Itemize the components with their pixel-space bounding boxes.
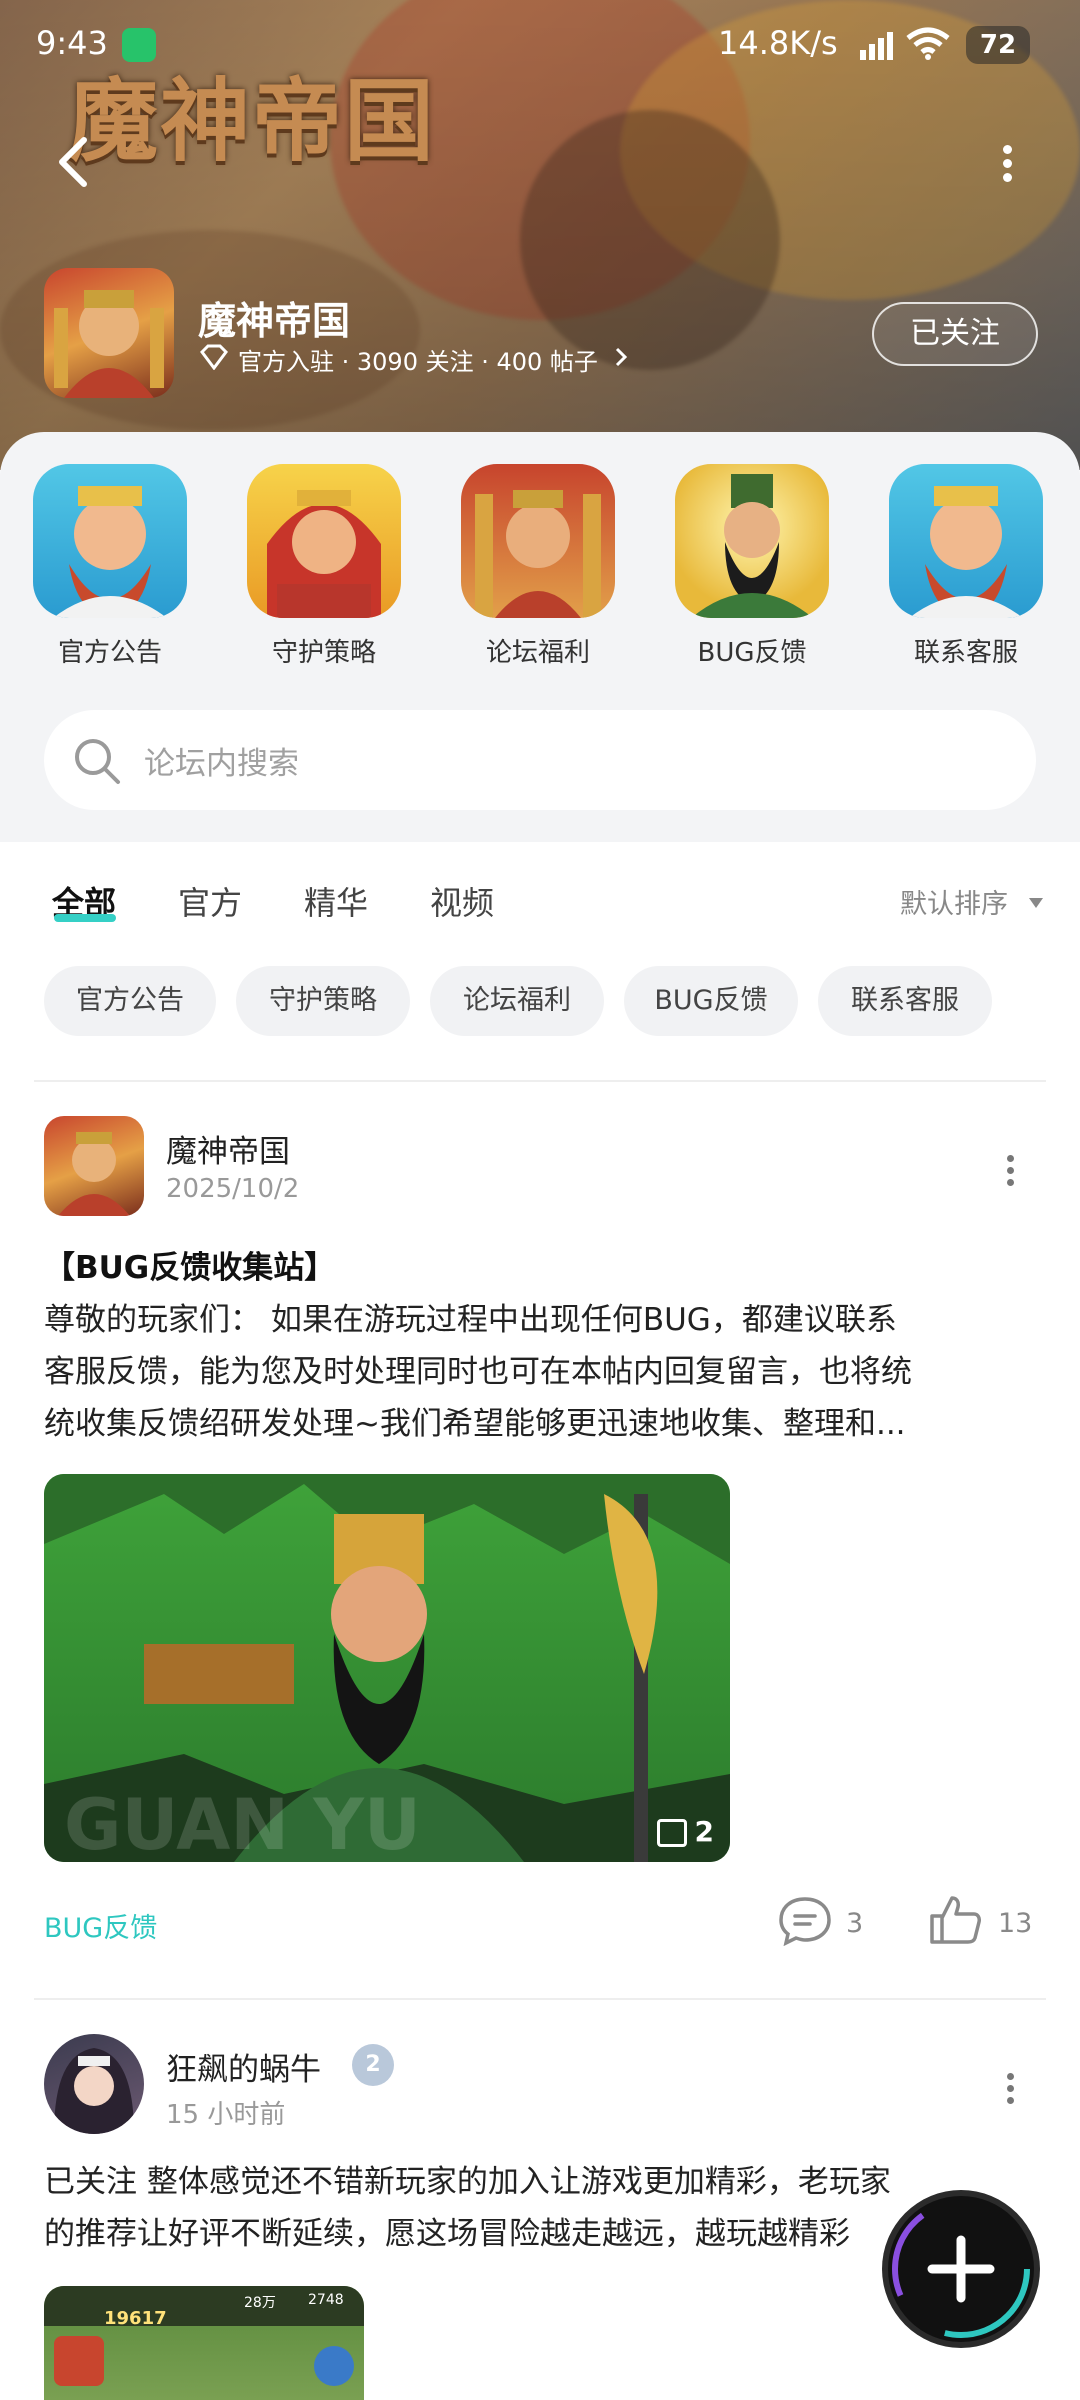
- divider: [34, 1080, 1046, 1082]
- comment-count: 3: [846, 1908, 864, 1939]
- post-date: 15 小时前: [166, 2100, 286, 2130]
- search-placeholder: 论坛内搜索: [144, 746, 299, 782]
- post-author-name[interactable]: 狂飙的蜗牛: [166, 2044, 321, 2089]
- divider: [34, 1998, 1046, 2000]
- bearded-general-avatar-icon: [675, 464, 829, 618]
- post-title: 【BUG反馈收集站】: [44, 1250, 336, 1286]
- like-icon[interactable]: [928, 1894, 982, 1950]
- follow-button[interactable]: 已关注: [872, 302, 1038, 366]
- tab-featured[interactable]: 精华: [304, 878, 368, 924]
- caret-down-icon: [1028, 894, 1044, 913]
- verified-diamond-icon: [200, 344, 228, 374]
- create-post-fab[interactable]: [888, 2196, 1034, 2342]
- category-item-bug[interactable]: BUG反馈: [672, 464, 832, 669]
- thumbnail-skill-icon: [314, 2346, 354, 2386]
- king-avatar-icon: [33, 464, 187, 618]
- category-item-strategy[interactable]: 守护策略: [244, 464, 404, 669]
- user-level-badge: 2: [352, 2044, 394, 2086]
- forum-name: 魔神帝国: [198, 299, 351, 343]
- comment-icon[interactable]: [778, 1896, 832, 1950]
- search-bar[interactable]: 论坛内搜索: [44, 710, 1036, 810]
- post-body[interactable]: 尊敬的玩家们： 如果在游玩过程中出现任何BUG，都建议联系 客服反馈，能为您及时…: [44, 1294, 912, 1450]
- wifi-icon: [906, 26, 950, 64]
- cellular-signal-icon: [860, 30, 896, 64]
- category-item-service[interactable]: 联系客服: [886, 464, 1046, 669]
- category-item-welfare[interactable]: 论坛福利: [458, 464, 618, 669]
- red-hero-avatar-icon: [247, 464, 401, 618]
- category-label: BUG反馈: [697, 638, 807, 668]
- forum-meta[interactable]: 官方入驻 · 3090 关注 · 400 帖子: [238, 342, 598, 377]
- post-body[interactable]: 已关注 整体感觉还不错新玩家的加入让游戏更加精彩，老玩家 的推荐让好评不断延续，…: [44, 2156, 891, 2260]
- sort-dropdown[interactable]: 默认排序: [900, 882, 1008, 921]
- king-avatar-icon: [889, 464, 1043, 618]
- filter-chip[interactable]: 论坛福利: [430, 966, 604, 1036]
- post-author-avatar[interactable]: [44, 1116, 144, 1216]
- search-icon: [72, 736, 122, 790]
- image-watermark-text: GUAN YU: [64, 1784, 421, 1862]
- like-count: 13: [998, 1908, 1033, 1939]
- more-options-button[interactable]: [1003, 140, 1012, 187]
- filter-chip[interactable]: 官方公告: [44, 966, 216, 1036]
- post-image-thumbnail[interactable]: 19617 28万 2748: [44, 2286, 364, 2400]
- post-body-line: 客服反馈，能为您及时处理同时也可在本帖内回复留言，也将统: [44, 1354, 912, 1390]
- post-image[interactable]: GUAN YU 2: [44, 1474, 730, 1862]
- thumbnail-hero-icon: [54, 2336, 104, 2386]
- back-button[interactable]: [52, 134, 92, 194]
- thumbnail-stat: 19617: [104, 2308, 167, 2329]
- post-body-line: 的推荐让好评不断延续，愿这场冒险越走越远，越玩越精彩: [44, 2216, 850, 2252]
- post-more-button[interactable]: [1007, 1150, 1014, 1191]
- post-tag[interactable]: BUG反馈: [44, 1906, 157, 1945]
- tab-video[interactable]: 视频: [430, 878, 494, 924]
- filter-chip[interactable]: 守护策略: [236, 966, 410, 1036]
- golden-hero-avatar-icon: [461, 464, 615, 618]
- thumbnail-stat: 28万: [244, 2295, 276, 2311]
- post-more-button[interactable]: [1007, 2068, 1014, 2109]
- game-logo-text: 魔神帝国: [68, 69, 436, 174]
- category-label: 守护策略: [271, 638, 376, 668]
- category-label: 论坛福利: [485, 638, 590, 668]
- category-label: 联系客服: [913, 638, 1018, 668]
- network-speed: 14.8K/s: [718, 24, 838, 62]
- gallery-icon: [656, 1819, 687, 1847]
- image-count-badge: 2: [656, 1815, 714, 1848]
- filter-chip[interactable]: 联系客服: [818, 966, 992, 1036]
- post-body-line: 统收集反馈绍研发处理~我们希望能够更迅速地收集、整理和...: [44, 1406, 906, 1442]
- post-body-line: 尊敬的玩家们： 如果在游玩过程中出现任何BUG，都建议联系: [44, 1302, 897, 1338]
- category-label: 官方公告: [57, 638, 162, 668]
- tab-official[interactable]: 官方: [178, 878, 242, 924]
- chevron-right-icon: [614, 346, 628, 372]
- tab-active-indicator: [54, 914, 116, 922]
- forum-game-icon[interactable]: [44, 268, 174, 398]
- image-count: 2: [694, 1815, 714, 1848]
- battery-indicator: 72: [966, 26, 1030, 64]
- thumbnail-stat: 2748: [308, 2292, 344, 2308]
- forum-header-banner: 9:43 14.8K/s 72 魔神帝国 魔神帝国 官方入驻 · 3090 关注…: [0, 0, 1080, 470]
- filter-chip[interactable]: BUG反馈: [624, 966, 798, 1036]
- post-author-name[interactable]: 魔神帝国: [166, 1126, 290, 1171]
- post-date: 2025/10/2: [166, 1174, 300, 1204]
- post-body-line: 已关注 整体感觉还不错新玩家的加入让游戏更加精彩，老玩家: [44, 2164, 891, 2200]
- category-item-official[interactable]: 官方公告: [30, 464, 190, 669]
- post-author-avatar[interactable]: [44, 2034, 144, 2134]
